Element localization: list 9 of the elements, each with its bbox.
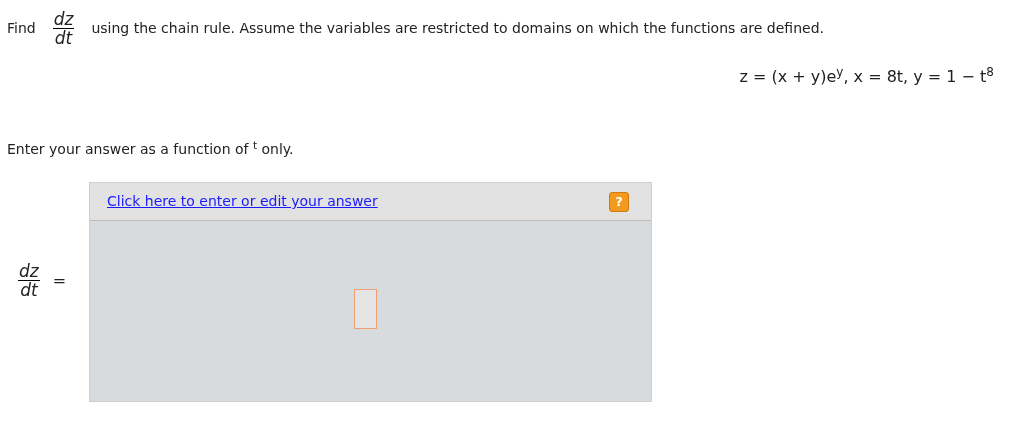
question-text: Find xyxy=(7,19,36,38)
instruction-text: Enter your answer as a function of $^{t}$ only. xyxy=(7,141,294,157)
equation: z = (x + y)e$^{y}$, x = 8t, y = 1 − t$^{8}$ xyxy=(739,65,994,88)
question-text: using the chain rule. Assume the variables are restricted to domains on which the functions are defined. xyxy=(91,19,824,38)
equals-sign: = xyxy=(52,269,67,292)
derivative-fraction: dz dt xyxy=(51,10,76,47)
derivative-fraction: dz dt xyxy=(17,262,41,299)
answer-input-field[interactable] xyxy=(354,289,377,329)
edit-answer-link[interactable]: Click here to enter or edit your answer xyxy=(107,191,378,212)
